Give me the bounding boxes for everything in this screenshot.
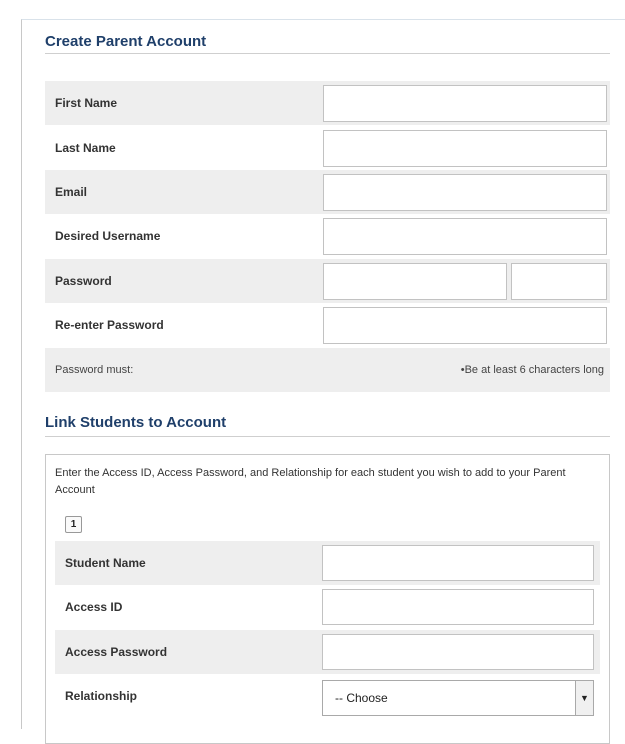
email-input[interactable]	[323, 174, 607, 211]
access-id-row: Access ID	[55, 585, 600, 629]
first-name-input[interactable]	[323, 85, 607, 122]
last-name-input[interactable]	[323, 130, 607, 167]
student-name-label: Student Name	[65, 556, 146, 570]
student-tab-1[interactable]: 1	[65, 516, 82, 533]
section-divider	[45, 53, 610, 54]
password-rule-text: •Be at least 6 characters long	[460, 364, 604, 376]
access-password-row: Access Password	[55, 630, 600, 674]
username-input[interactable]	[323, 218, 607, 255]
reenter-password-row: Re-enter Password	[45, 303, 610, 347]
password-strength-field[interactable]	[511, 263, 607, 300]
email-row: Email	[45, 170, 610, 214]
first-name-row: First Name	[45, 81, 610, 125]
password-row: Password	[45, 259, 610, 303]
relationship-selected-value: -- Choose	[335, 691, 388, 705]
access-id-input[interactable]	[322, 589, 594, 625]
password-rules-label: Password must:	[55, 364, 134, 376]
student-name-row: Student Name	[55, 541, 600, 585]
email-label: Email	[55, 185, 88, 199]
section-divider	[45, 436, 610, 437]
password-rules-row: Password must: •Be at least 6 characters…	[45, 348, 610, 392]
relationship-row: Relationship -- Choose ▼	[55, 674, 600, 718]
username-row: Desired Username	[45, 214, 610, 258]
create-account-title: Create Parent Account	[45, 33, 207, 50]
password-label: Password	[55, 274, 112, 288]
username-label: Desired Username	[55, 229, 161, 243]
password-input[interactable]	[323, 263, 507, 300]
relationship-label: Relationship	[65, 689, 138, 703]
last-name-row: Last Name	[45, 126, 610, 170]
link-students-box: Enter the Access ID, Access Password, an…	[45, 454, 610, 744]
link-instructions: Enter the Access ID, Access Password, an…	[55, 467, 566, 496]
dropdown-arrow-icon[interactable]: ▼	[575, 681, 593, 715]
link-students-title: Link Students to Account	[45, 414, 227, 431]
reenter-password-input[interactable]	[323, 307, 607, 344]
relationship-select[interactable]: -- Choose ▼	[322, 680, 594, 716]
first-name-label: First Name	[55, 96, 118, 110]
access-password-label: Access Password	[65, 645, 168, 659]
access-password-input[interactable]	[322, 634, 594, 670]
last-name-label: Last Name	[55, 141, 116, 155]
access-id-label: Access ID	[65, 600, 123, 614]
reenter-password-label: Re-enter Password	[55, 318, 164, 332]
student-name-input[interactable]	[322, 545, 594, 581]
